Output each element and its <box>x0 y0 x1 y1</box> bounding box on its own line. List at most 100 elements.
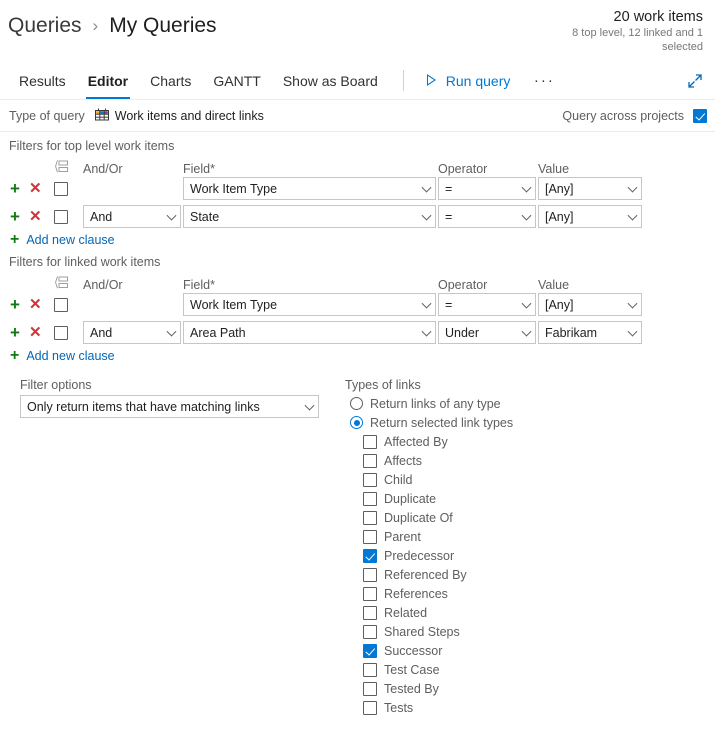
breadcrumb-root[interactable]: Queries <box>8 14 82 38</box>
clause-select-checkbox[interactable] <box>54 297 68 312</box>
filter-options-value: Only return items that have matching lin… <box>27 399 260 414</box>
add-clause-icon[interactable]: + <box>10 208 20 225</box>
link-type-duplicate-of[interactable]: Duplicate Of <box>345 508 715 527</box>
link-type-checkbox[interactable] <box>363 510 377 525</box>
chevron-down-icon <box>304 400 315 411</box>
clause-value-dropdown[interactable]: [Any] <box>538 177 642 200</box>
link-type-successor[interactable]: Successor <box>345 641 715 660</box>
link-type-checkbox[interactable] <box>363 434 377 449</box>
top-level-add-new-clause[interactable]: + Add new clause <box>0 232 715 248</box>
chevron-down-icon <box>421 182 432 193</box>
link-type-checkbox[interactable] <box>363 529 377 544</box>
linked-add-new-clause[interactable]: + Add new clause <box>0 348 715 364</box>
clause-field-dropdown[interactable]: Work Item Type <box>183 177 436 200</box>
link-type-tests[interactable]: Tests <box>345 698 715 717</box>
clause-field-dropdown[interactable]: State <box>183 205 436 228</box>
group-clauses-icon[interactable] <box>54 276 69 292</box>
clause-select-checkbox[interactable] <box>54 209 68 224</box>
link-type-parent[interactable]: Parent <box>345 527 715 546</box>
delete-clause-icon[interactable]: ✕ <box>29 181 42 196</box>
radio-any-type-indicator[interactable] <box>350 397 363 410</box>
fullscreen-icon[interactable] <box>685 71 705 91</box>
more-actions-button[interactable]: ··· <box>528 62 560 99</box>
chevron-down-icon <box>421 326 432 337</box>
link-type-related[interactable]: Related <box>345 603 715 622</box>
link-type-checkbox[interactable] <box>363 453 377 468</box>
link-type-affects[interactable]: Affects <box>345 451 715 470</box>
tab-gantt[interactable]: GANTT <box>202 62 271 99</box>
link-type-references[interactable]: References <box>345 584 715 603</box>
bottom-panels: Filter options Only return items that ha… <box>0 378 715 717</box>
link-type-checkbox[interactable] <box>363 586 377 601</box>
chevron-down-icon <box>421 298 432 309</box>
link-type-checkbox[interactable] <box>363 605 377 620</box>
types-of-links-title: Types of links <box>345 378 421 392</box>
link-type-checkbox[interactable] <box>363 643 377 658</box>
clause-field-dropdown[interactable]: Area Path <box>183 321 436 344</box>
breadcrumb-leaf[interactable]: My Queries <box>109 14 216 38</box>
header-value: Value <box>538 162 570 176</box>
clause-value-value: Fabrikam <box>545 325 598 340</box>
link-type-predecessor[interactable]: Predecessor <box>345 546 715 565</box>
add-clause-icon[interactable]: + <box>10 324 20 341</box>
link-type-child[interactable]: Child <box>345 470 715 489</box>
link-type-label: Successor <box>384 643 443 658</box>
link-type-checkbox[interactable] <box>363 491 377 506</box>
clause-select-checkbox[interactable] <box>54 181 68 196</box>
clause-andor-dropdown[interactable]: And <box>83 205 181 228</box>
filter-options-dropdown[interactable]: Only return items that have matching lin… <box>20 395 319 418</box>
filter-options-label: Filter options <box>20 378 92 392</box>
link-type-checkbox[interactable] <box>363 700 377 715</box>
delete-clause-icon[interactable]: ✕ <box>29 297 42 312</box>
link-type-duplicate[interactable]: Duplicate <box>345 489 715 508</box>
tab-charts[interactable]: Charts <box>139 62 202 99</box>
link-type-checkbox[interactable] <box>363 472 377 487</box>
link-type-checkbox[interactable] <box>363 624 377 639</box>
clause-andor-value: And <box>90 325 113 340</box>
clause-value-dropdown[interactable]: Fabrikam <box>538 321 642 344</box>
query-across-projects-checkbox[interactable] <box>693 108 707 123</box>
query-type-bar: Type of query Work items and direct link… <box>0 100 715 132</box>
clause-operator-dropdown[interactable]: = <box>438 205 536 228</box>
breadcrumb: Queries › My Queries <box>8 14 217 38</box>
query-type-selector[interactable]: Work items and direct links <box>94 108 264 124</box>
clause-operator-dropdown[interactable]: = <box>438 293 536 316</box>
chevron-down-icon <box>521 210 532 221</box>
link-type-affected-by[interactable]: Affected By <box>345 432 715 451</box>
link-type-checkbox[interactable] <box>363 681 377 696</box>
clause-value-dropdown[interactable]: [Any] <box>538 205 642 228</box>
query-across-projects[interactable]: Query across projects <box>552 100 707 131</box>
clause-field-value: State <box>190 209 220 224</box>
add-clause-icon[interactable]: + <box>10 296 20 313</box>
link-type-checkbox[interactable] <box>363 548 377 563</box>
link-type-shared-steps[interactable]: Shared Steps <box>345 622 715 641</box>
link-type-test-case[interactable]: Test Case <box>345 660 715 679</box>
clause-value-dropdown[interactable]: [Any] <box>538 293 642 316</box>
clause-select-checkbox[interactable] <box>54 325 68 340</box>
delete-clause-icon[interactable]: ✕ <box>29 325 42 340</box>
link-type-checkbox[interactable] <box>363 567 377 582</box>
radio-return-links-any-type[interactable]: Return links of any type <box>345 394 715 413</box>
clause-field-dropdown[interactable]: Work Item Type <box>183 293 436 316</box>
add-new-clause-label: Add new clause <box>26 233 115 247</box>
add-clause-icon[interactable]: + <box>10 180 20 197</box>
clause-operator-dropdown[interactable]: Under <box>438 321 536 344</box>
delete-clause-icon[interactable]: ✕ <box>29 209 42 224</box>
link-type-tested-by[interactable]: Tested By <box>345 679 715 698</box>
clause-andor-dropdown[interactable]: And <box>83 321 181 344</box>
plus-icon: + <box>10 347 20 364</box>
clause-operator-dropdown[interactable]: = <box>438 177 536 200</box>
radio-return-selected-link-types[interactable]: Return selected link types <box>345 413 715 432</box>
link-type-label: Affects <box>384 453 422 468</box>
radio-selected-types-indicator[interactable] <box>350 416 363 429</box>
link-type-referenced-by[interactable]: Referenced By <box>345 565 715 584</box>
tab-results[interactable]: Results <box>8 62 77 99</box>
link-type-label: Shared Steps <box>384 624 460 639</box>
top-level-filters-header: And/Or Field* Operator Value <box>0 156 715 176</box>
run-query-button[interactable]: Run query <box>416 62 521 99</box>
tab-editor[interactable]: Editor <box>77 62 139 99</box>
group-clauses-icon[interactable] <box>54 160 69 176</box>
tab-show-as-board[interactable]: Show as Board <box>272 62 389 99</box>
filter-options-panel: Filter options Only return items that ha… <box>0 378 340 717</box>
link-type-checkbox[interactable] <box>363 662 377 677</box>
